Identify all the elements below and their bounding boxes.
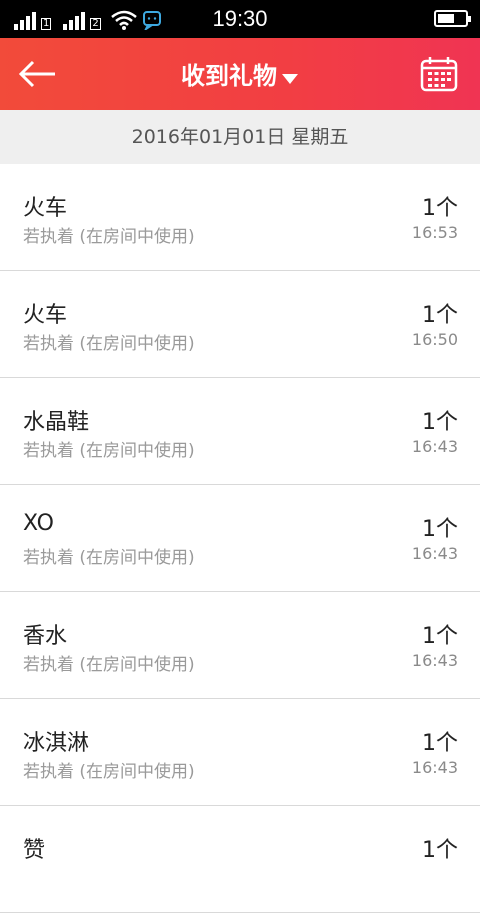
- gift-time: 16:43: [411, 437, 458, 456]
- status-time: 19:30: [212, 6, 268, 31]
- gift-sender: 若执着 (在房间中使用): [23, 334, 195, 354]
- gift-name: 水晶鞋: [23, 410, 90, 435]
- battery-icon: [434, 10, 471, 27]
- list-item[interactable]: XO 若执着 (在房间中使用) 1个 16:43: [0, 485, 480, 592]
- gift-count: 1个: [422, 731, 458, 756]
- gift-count: 1个: [422, 517, 458, 542]
- gift-count: 1个: [422, 196, 458, 221]
- title-dropdown[interactable]: 收到礼物: [0, 56, 480, 91]
- list-item[interactable]: 香水 若执着 (在房间中使用) 1个 16:43: [0, 592, 480, 699]
- caret-down-icon: [281, 63, 299, 91]
- gift-time: 16:43: [411, 758, 458, 777]
- gift-time: 16:53: [411, 223, 458, 242]
- gift-time: 16:43: [411, 651, 458, 670]
- status-bar: 1 2 19:30: [0, 0, 480, 38]
- gift-sender: 若执着 (在房间中使用): [23, 548, 195, 568]
- gift-count: 1个: [422, 410, 458, 435]
- gift-count: 1个: [422, 624, 458, 649]
- gift-sender: 若执着 (在房间中使用): [23, 762, 195, 782]
- gift-name: 冰淇淋: [23, 731, 90, 756]
- calendar-button[interactable]: [420, 56, 458, 92]
- page-title: 收到礼物: [181, 62, 277, 90]
- date-header: 2016年01月01日 星期五: [0, 110, 480, 164]
- gift-count: 1个: [422, 838, 458, 863]
- app-bar: 收到礼物: [0, 38, 480, 110]
- list-item[interactable]: 火车 若执着 (在房间中使用) 1个 16:53: [0, 164, 480, 271]
- gift-time: 16:43: [411, 544, 458, 563]
- gift-name: 赞: [23, 838, 46, 863]
- list-item[interactable]: 水晶鞋 若执着 (在房间中使用) 1个 16:43: [0, 378, 480, 485]
- gift-list: 火车 若执着 (在房间中使用) 1个 16:53 火车 若执着 (在房间中使用)…: [0, 164, 480, 913]
- gift-sender: 若执着 (在房间中使用): [23, 227, 195, 247]
- gift-sender: 若执着 (在房间中使用): [23, 441, 195, 461]
- gift-name: XO: [23, 511, 54, 536]
- gift-name: 火车: [23, 303, 68, 328]
- gift-name: 火车: [23, 196, 68, 221]
- gift-name: 香水: [23, 624, 68, 649]
- list-item[interactable]: 赞 1个: [0, 806, 480, 913]
- list-item[interactable]: 火车 若执着 (在房间中使用) 1个 16:50: [0, 271, 480, 378]
- gift-time: 16:50: [411, 330, 458, 349]
- calendar-icon: [420, 57, 458, 92]
- gift-count: 1个: [422, 303, 458, 328]
- gift-sender: 若执着 (在房间中使用): [23, 655, 195, 675]
- list-item[interactable]: 冰淇淋 若执着 (在房间中使用) 1个 16:43: [0, 699, 480, 806]
